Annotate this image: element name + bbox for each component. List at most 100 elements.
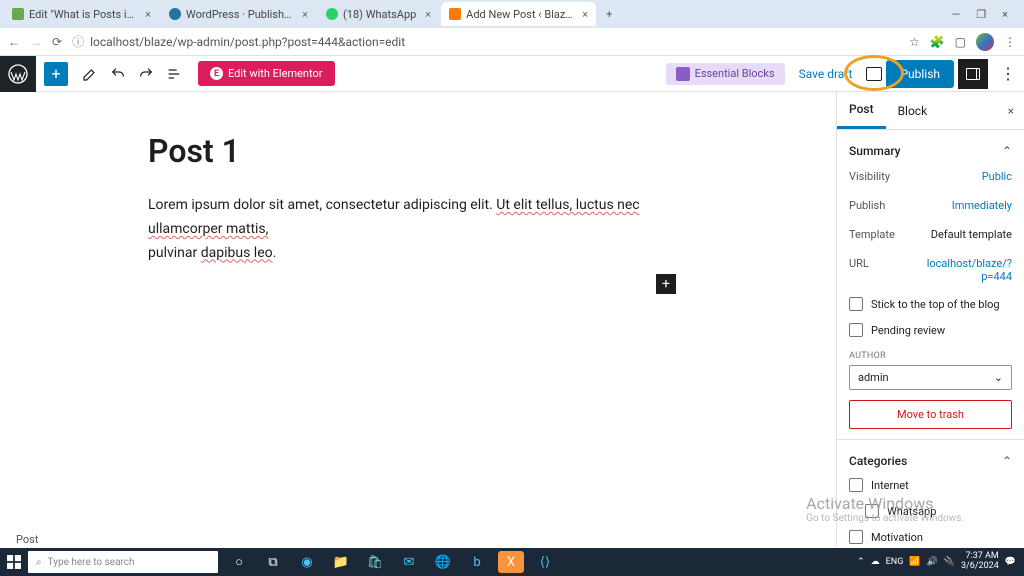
favicon — [326, 8, 338, 20]
checkbox-icon — [849, 323, 863, 337]
publish-row[interactable]: Publish Immediately — [849, 191, 1012, 220]
tab-title: Edit "What is Posts in WordPres — [29, 8, 136, 21]
favicon — [169, 8, 181, 20]
battery-icon[interactable]: 🔌 — [944, 557, 955, 567]
label: Visibility — [849, 170, 890, 183]
text: Lorem ipsum dolor sit amet, consectetur … — [148, 197, 496, 213]
editor-toolbar: + E Edit with Elementor Essential Blocks… — [0, 56, 1024, 92]
essential-blocks-button[interactable]: Essential Blocks — [666, 63, 785, 85]
store-icon[interactable]: 🛍 — [362, 551, 388, 573]
add-block-button[interactable]: + — [44, 62, 68, 86]
notifications-icon[interactable]: 💬 — [1005, 557, 1016, 567]
paragraph-block[interactable]: Lorem ipsum dolor sit amet, consectetur … — [148, 194, 688, 265]
author-select[interactable]: admin ⌄ — [849, 365, 1012, 390]
pencil-icon[interactable] — [82, 66, 98, 82]
wifi-icon[interactable]: 📶 — [909, 557, 920, 567]
button-label: Essential Blocks — [695, 67, 775, 80]
url-input[interactable]: ⓘ localhost/blaze/wp-admin/post.php?post… — [72, 33, 899, 50]
redo-icon[interactable] — [138, 66, 154, 82]
wordpress-logo[interactable] — [0, 56, 36, 92]
favicon — [449, 8, 461, 20]
stick-checkbox[interactable]: Stick to the top of the blog — [849, 291, 1012, 317]
edit-with-elementor-button[interactable]: E Edit with Elementor — [198, 61, 335, 86]
puzzle-icon[interactable]: 🧩 — [930, 35, 945, 49]
mail-icon[interactable]: ✉ — [396, 551, 422, 573]
reload-button[interactable]: ⟳ — [52, 35, 62, 49]
vscode-icon[interactable]: ⟨⟩ — [532, 551, 558, 573]
value: Immediately — [952, 199, 1012, 212]
publish-button[interactable]: Publish — [886, 60, 954, 88]
elementor-icon: E — [210, 67, 223, 80]
task-view-icon[interactable]: ⧉ — [260, 551, 286, 573]
cortana-icon[interactable]: ○ — [226, 551, 252, 573]
close-icon[interactable]: × — [582, 8, 588, 21]
window-minimize-icon[interactable]: — — [952, 8, 961, 21]
essential-blocks-icon — [676, 67, 690, 81]
preview-icon[interactable] — [866, 67, 882, 81]
undo-icon[interactable] — [110, 66, 126, 82]
checkbox-label: Whatsapp — [887, 505, 936, 518]
taskbar-search[interactable]: ⌕ Type here to search — [28, 551, 218, 573]
profile-avatar[interactable] — [976, 33, 994, 51]
tab-title: WordPress · Publish Posts — [186, 8, 293, 21]
category-checkbox[interactable]: Whatsapp — [849, 498, 1012, 524]
checkbox-icon — [865, 504, 879, 518]
settings-panel-toggle[interactable] — [958, 59, 988, 89]
close-icon[interactable]: × — [425, 8, 431, 21]
xampp-icon[interactable]: X — [498, 551, 524, 573]
forward-button: → — [30, 35, 42, 49]
append-block-button[interactable]: + — [656, 274, 676, 294]
options-menu-icon[interactable]: ⋮ — [992, 64, 1024, 83]
window-restore-icon[interactable]: ❐ — [976, 8, 986, 21]
file-explorer-icon[interactable]: 📁 — [328, 551, 354, 573]
onedrive-icon[interactable]: ☁ — [871, 557, 880, 567]
chrome-icon[interactable]: 🌐 — [430, 551, 456, 573]
bing-icon[interactable]: b — [464, 551, 490, 573]
categories-toggle[interactable]: Categories ⌃ — [849, 450, 1012, 472]
summary-toggle[interactable]: Summary ⌃ — [849, 140, 1012, 162]
tab-post[interactable]: Post — [837, 92, 886, 129]
checkbox-icon — [849, 530, 863, 544]
clock[interactable]: 7:37 AM 3/6/2024 — [961, 552, 999, 572]
browser-tab-strip: Edit "What is Posts in WordPres × WordPr… — [0, 0, 1024, 28]
category-checkbox[interactable]: Motivation — [849, 524, 1012, 546]
post-title-input[interactable]: Post 1 — [148, 132, 688, 170]
tray-chevron-icon[interactable]: ⌃ — [857, 557, 865, 567]
reading-list-icon[interactable]: ▢ — [955, 35, 966, 49]
browser-tab[interactable]: WordPress · Publish Posts × — [161, 2, 316, 26]
chevron-up-icon: ⌃ — [1002, 144, 1012, 158]
move-to-trash-button[interactable]: Move to trash — [849, 400, 1012, 429]
chevron-up-icon: ⌃ — [1002, 454, 1012, 468]
bookmark-icon[interactable]: ☆ — [909, 35, 920, 49]
panel-title: Summary — [849, 144, 901, 158]
checkbox-label: Motivation — [871, 531, 923, 544]
menu-icon[interactable]: ⋮ — [1004, 35, 1016, 49]
document-outline-icon[interactable] — [166, 66, 182, 82]
start-button[interactable] — [0, 548, 28, 576]
browser-tab[interactable]: Edit "What is Posts in WordPres × — [4, 2, 159, 26]
window-close-icon[interactable]: × — [1002, 8, 1008, 21]
url-row[interactable]: URL localhost/blaze/?p=444 — [849, 249, 1012, 291]
editor-canvas[interactable]: Post 1 Lorem ipsum dolor sit amet, conse… — [0, 92, 836, 546]
tab-title: Add New Post ‹ Blaze — WordPr — [466, 8, 573, 21]
tab-block[interactable]: Block — [886, 94, 940, 128]
pending-checkbox[interactable]: Pending review — [849, 317, 1012, 343]
new-tab-button[interactable]: + — [598, 8, 620, 21]
browser-tab[interactable]: (18) WhatsApp × — [318, 2, 439, 26]
template-row[interactable]: Template Default template — [849, 220, 1012, 249]
back-button[interactable]: ← — [8, 35, 20, 49]
close-sidebar-button[interactable]: × — [998, 104, 1024, 118]
close-icon[interactable]: × — [145, 8, 151, 21]
edge-icon[interactable]: ◉ — [294, 551, 320, 573]
chevron-down-icon: ⌄ — [994, 371, 1003, 384]
text: . — [273, 245, 277, 261]
browser-address-bar: ← → ⟳ ⓘ localhost/blaze/wp-admin/post.ph… — [0, 28, 1024, 56]
close-icon[interactable]: × — [302, 8, 308, 21]
visibility-row[interactable]: Visibility Public — [849, 162, 1012, 191]
save-draft-button[interactable]: Save draft — [799, 67, 853, 81]
language-indicator[interactable]: ENG — [886, 557, 904, 567]
site-info-icon[interactable]: ⓘ — [72, 33, 84, 50]
browser-tab-active[interactable]: Add New Post ‹ Blaze — WordPr × — [441, 2, 596, 26]
volume-icon[interactable]: 🔊 — [927, 557, 938, 567]
category-checkbox[interactable]: Internet — [849, 472, 1012, 498]
